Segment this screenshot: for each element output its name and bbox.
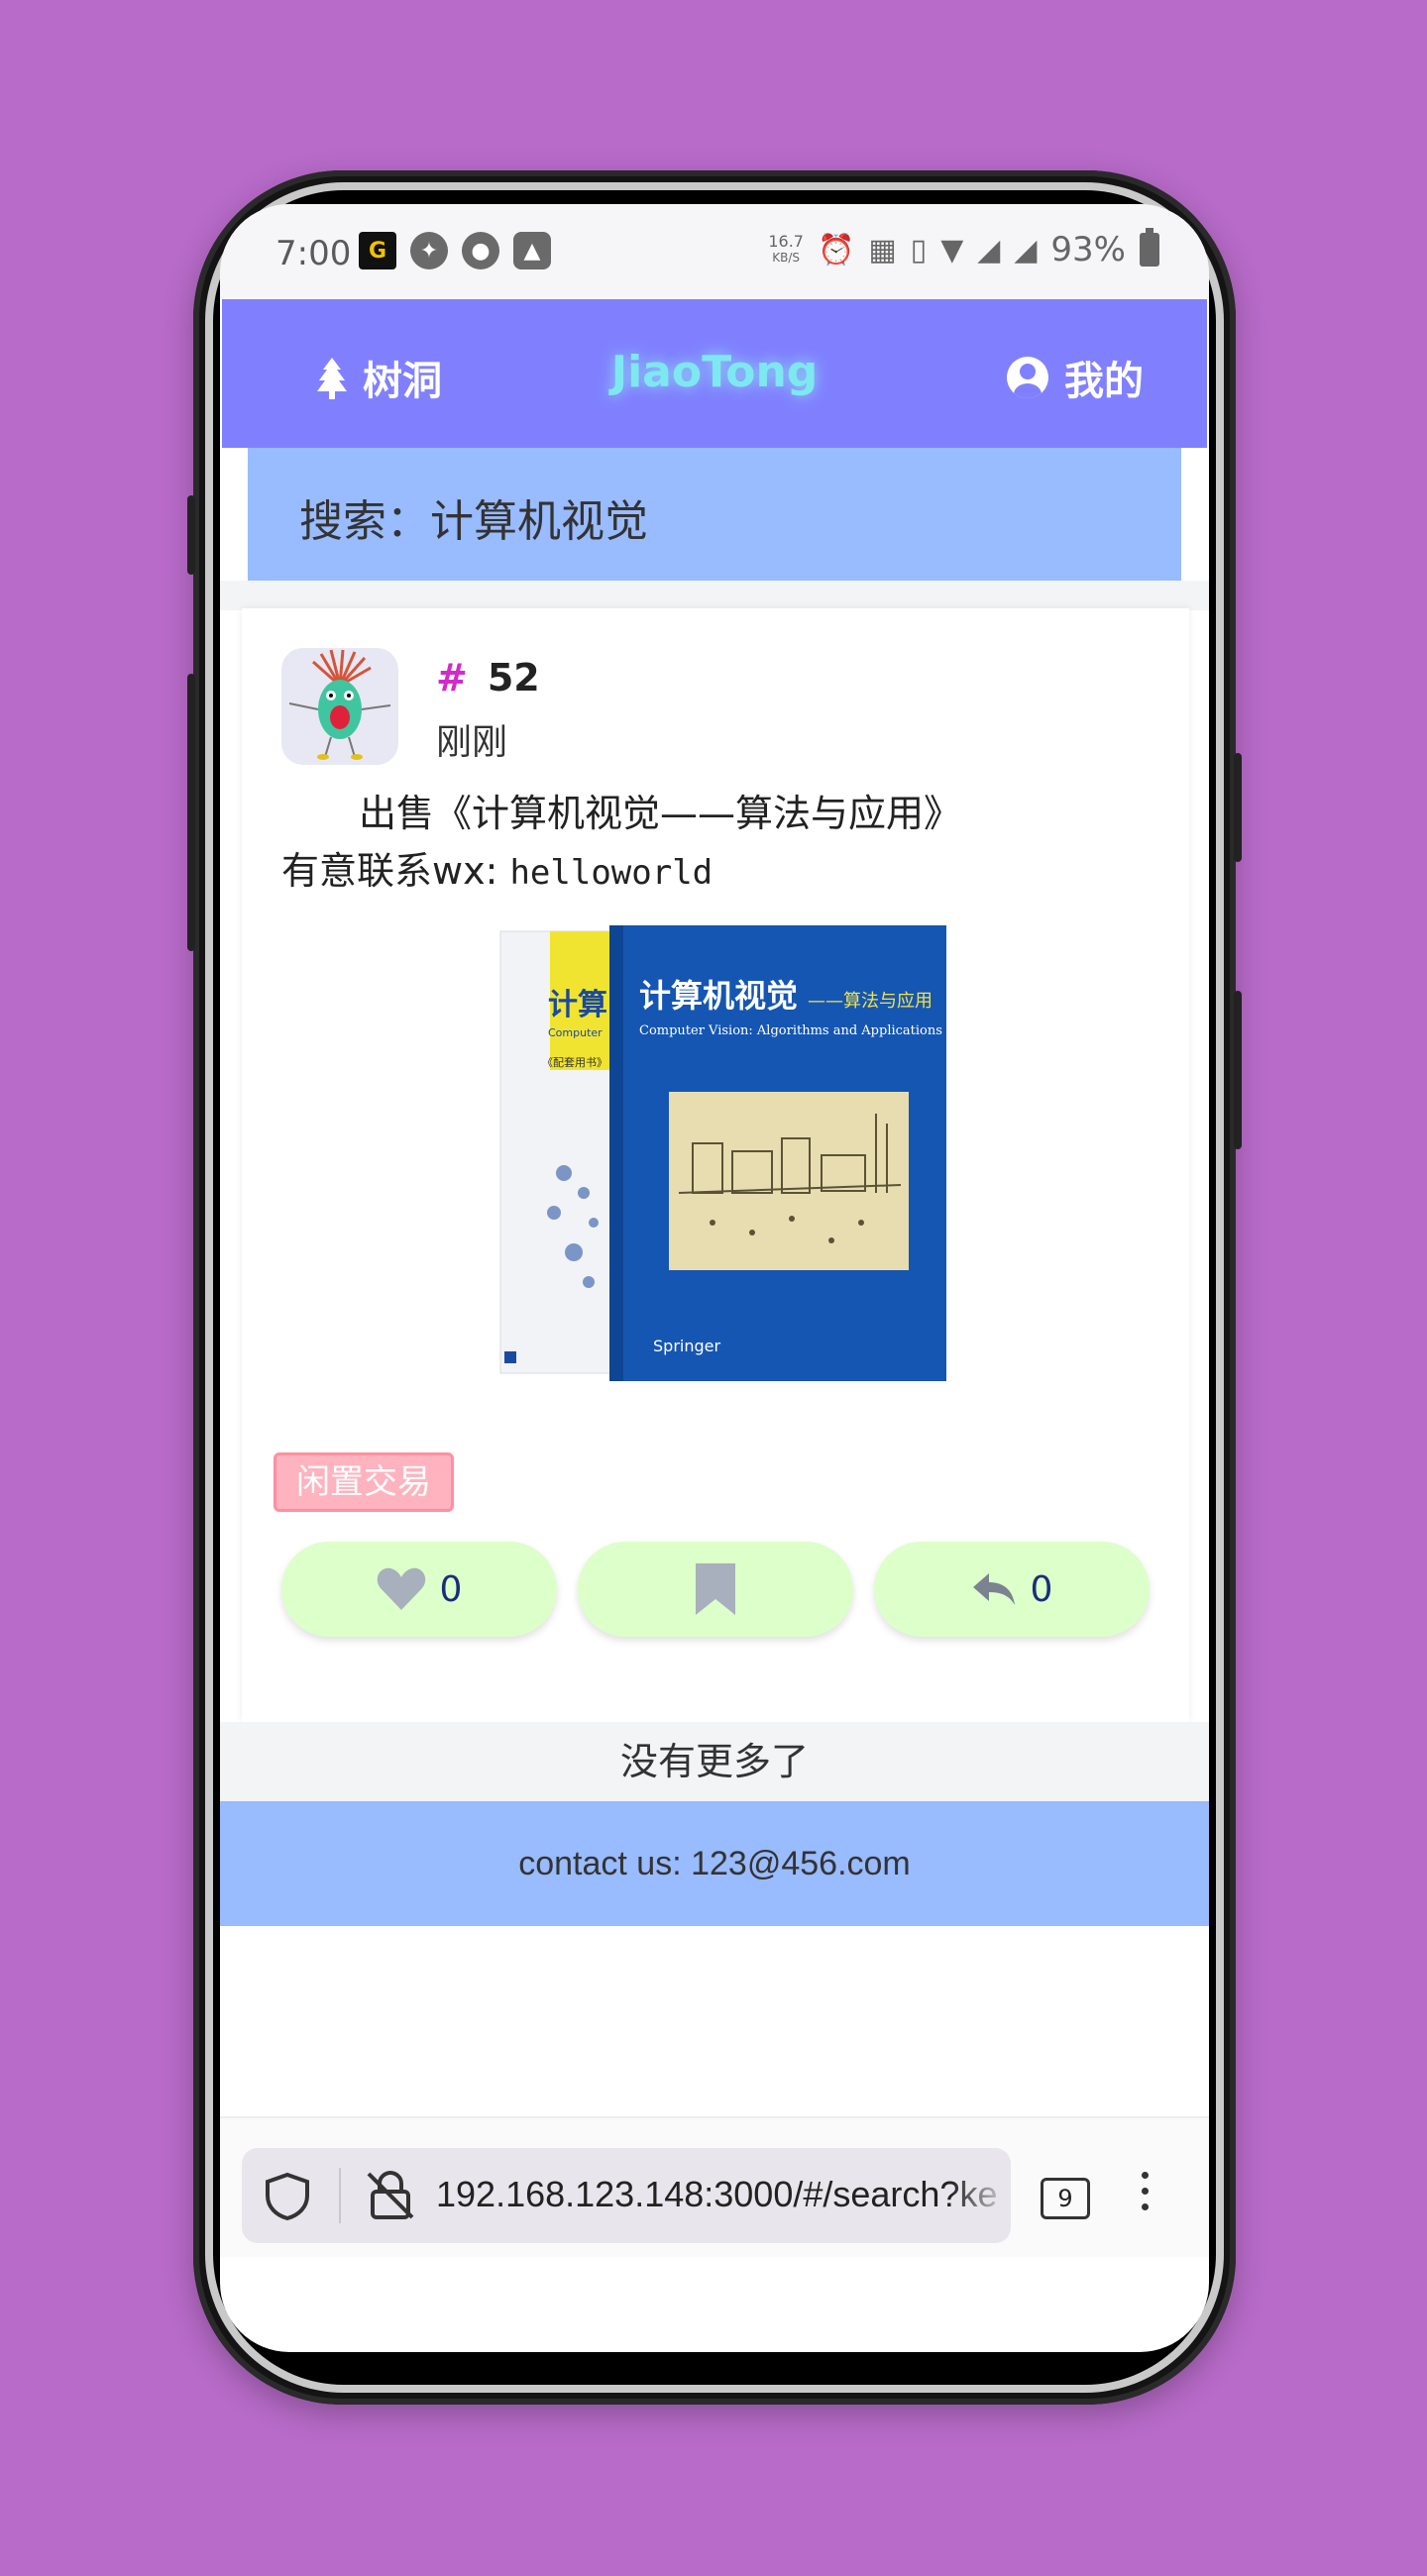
address-bar[interactable]: 192.168.123.148:3000/#/search?ke	[242, 2148, 1011, 2243]
footer-contact: contact us: 123@456.com	[220, 1801, 1209, 1926]
category-tag[interactable]: 闲置交易	[274, 1452, 454, 1512]
phone-side-button-left-2	[187, 674, 195, 951]
front-book-publisher: Springer	[653, 1337, 720, 1355]
phone-screen: 7:00 G ✦ ● ▲ 16.7 KB/S ⏰ ▦ ▯ ▼ ◢ ◢ 93% 树…	[220, 204, 1209, 2352]
heart-icon	[377, 1567, 425, 1610]
contact-prefix: 有意联系wx:	[281, 849, 510, 893]
search-banner: 搜索：计算机视觉	[248, 448, 1181, 581]
post-image[interactable]: 计算 Computer 《配套用书》 计算机视觉 ——算法与应用 Compute…	[494, 925, 950, 1387]
insecure-lock-icon[interactable]	[365, 2170, 416, 2221]
post-card[interactable]: #52 刚刚 出售《计算机视觉——算法与应用》 有意联系wx: hellowor…	[242, 608, 1189, 1722]
post-actions: 0 0	[281, 1542, 1150, 1637]
wechat-icon: ●	[462, 232, 499, 269]
image-icon: ▲	[513, 232, 551, 269]
vibrate-icon: ▯	[910, 232, 928, 268]
front-book-subtitle: ——算法与应用	[808, 991, 933, 1012]
reply-count: 0	[1030, 1568, 1053, 1610]
phone-side-button-left	[187, 495, 195, 575]
signal-icon: ◢	[977, 232, 1001, 268]
post-number-value: 52	[487, 656, 540, 699]
top-nav: 树洞 JiaoTong 我的	[222, 299, 1207, 448]
reply-button[interactable]: 0	[874, 1542, 1150, 1637]
section-gap	[220, 581, 1209, 610]
tabs-button[interactable]: 9	[1041, 2178, 1090, 2219]
list-end-message: 没有更多了	[220, 1722, 1209, 1801]
network-speed-value: 16.7	[768, 232, 804, 251]
post-line-2: 有意联系wx: helloworld	[281, 842, 1153, 902]
like-button[interactable]: 0	[281, 1542, 557, 1637]
phone-side-button-right-2	[1234, 991, 1242, 1149]
post-time: 刚刚	[436, 722, 508, 763]
network-speed: 16.7 KB/S	[768, 234, 804, 266]
nfc-icon: ▦	[868, 232, 897, 268]
url-fade	[951, 2148, 1011, 2243]
status-bar: 7:00 G ✦ ● ▲ 16.7 KB/S ⏰ ▦ ▯ ▼ ◢ ◢ 93%	[220, 204, 1209, 299]
system-status-icons: 16.7 KB/S ⏰ ▦ ▯ ▼ ◢ ◢ 93%	[768, 228, 1159, 269]
front-book-title: 计算机视觉	[639, 977, 798, 1015]
like-count: 0	[439, 1568, 463, 1610]
wifi-icon: ▼	[940, 232, 964, 268]
address-divider	[339, 2168, 341, 2223]
back-book-title: 计算	[548, 988, 607, 1022]
app-notification-icon: G	[359, 232, 396, 269]
status-time: 7:00	[275, 234, 352, 273]
search-query-label: 搜索：计算机视觉	[299, 496, 648, 547]
browser-toolbar: 192.168.123.148:3000/#/search?ke 9	[220, 2116, 1209, 2257]
contact-id: helloworld	[509, 853, 714, 893]
bird-app-icon: ✦	[410, 232, 448, 269]
monster-avatar-icon	[288, 649, 391, 760]
nav-mine-button[interactable]: 我的	[1007, 349, 1144, 406]
battery-icon	[1140, 228, 1159, 267]
back-book-en: Computer	[548, 1026, 603, 1039]
post-line-1: 出售《计算机视觉——算法与应用》	[359, 792, 962, 835]
book-cover-image: 计算 Computer 《配套用书》 计算机视觉 ——算法与应用 Compute…	[494, 925, 950, 1387]
bookmark-icon	[696, 1563, 735, 1615]
nav-mine-label: 我的	[1064, 359, 1144, 404]
post-content: 出售《计算机视觉——算法与应用》 有意联系wx: helloworld	[281, 785, 1153, 902]
back-book-note: 《配套用书》	[542, 1056, 607, 1069]
signal-2-icon: ◢	[1014, 232, 1038, 268]
user-circle-icon	[1007, 357, 1048, 398]
post-number: #52	[436, 656, 540, 699]
battery-percent: 93%	[1050, 230, 1126, 269]
reply-icon	[972, 1573, 1015, 1605]
bookmark-button[interactable]	[578, 1542, 853, 1637]
url-text[interactable]: 192.168.123.148:3000/#/search?ke	[436, 2174, 1001, 2215]
avatar[interactable]	[281, 648, 398, 765]
phone-side-button-right	[1234, 753, 1242, 862]
hash-symbol: #	[436, 656, 468, 699]
menu-icon[interactable]	[1142, 2172, 1150, 2219]
network-speed-unit: KB/S	[772, 251, 801, 265]
front-book-en: Computer Vision: Algorithms and Applicat…	[639, 1023, 942, 1038]
alarm-icon: ⏰	[817, 232, 855, 268]
notification-icons: G ✦ ● ▲	[359, 232, 551, 269]
shield-icon[interactable]	[264, 2172, 311, 2221]
